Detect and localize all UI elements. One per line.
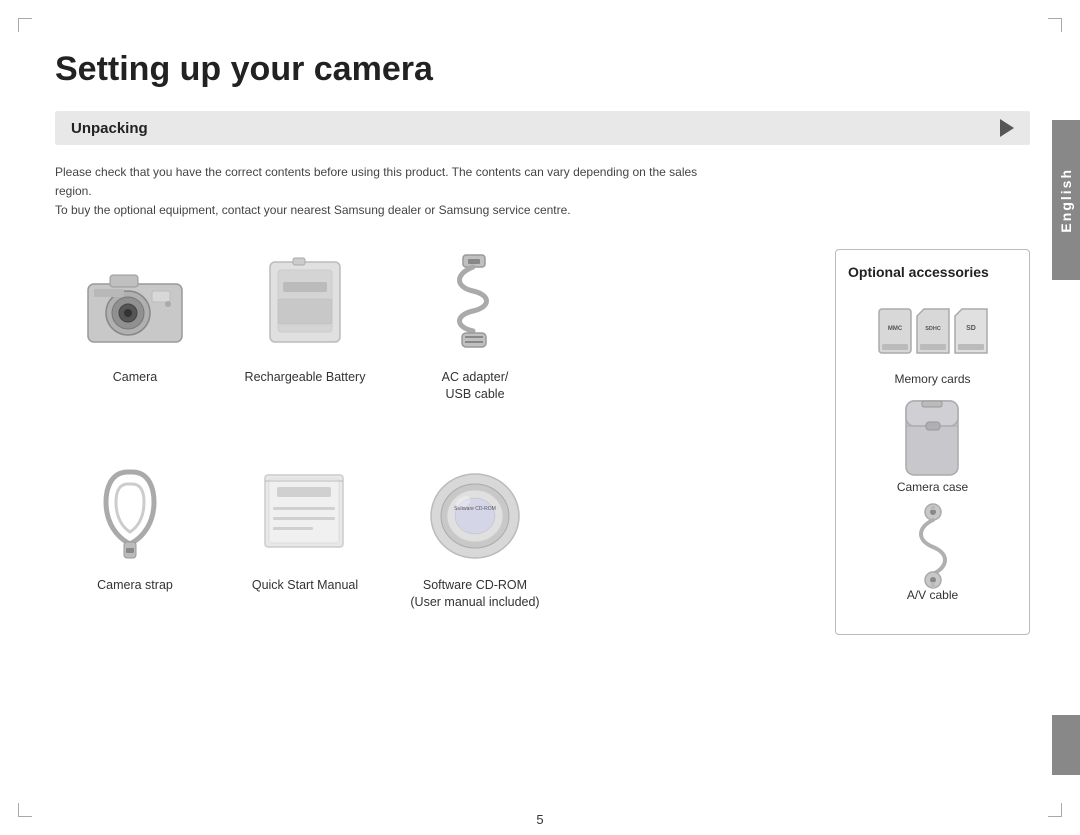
- language-label: English: [1058, 168, 1074, 233]
- av-cable-label: A/V cable: [907, 588, 958, 602]
- section-header-title: Unpacking: [71, 120, 148, 137]
- optional-camera-case: Camera case: [848, 404, 1017, 494]
- main-layout: Camera: [55, 249, 1030, 635]
- item-manual: Quick Start Manual: [225, 457, 385, 635]
- section-header: Unpacking: [55, 111, 1030, 145]
- item-cdrom: Software CD-ROM Software CD-ROM(User man…: [395, 457, 555, 635]
- right-accent-bar: [1052, 715, 1080, 775]
- item-battery: Rechargeable Battery: [225, 249, 385, 427]
- manual-label: Quick Start Manual: [252, 577, 358, 595]
- battery-image: [245, 249, 365, 359]
- strap-label: Camera strap: [97, 577, 173, 595]
- camera-case-label: Camera case: [897, 480, 968, 494]
- page-number: 5: [536, 812, 543, 827]
- camera-label: Camera: [113, 369, 157, 387]
- language-tab: English: [1052, 120, 1080, 280]
- item-ac-adapter: AC adapter/USB cable: [395, 249, 555, 427]
- items-grid: Camera: [55, 249, 815, 635]
- av-cable-image: [868, 512, 998, 582]
- corner-mark-br: [1048, 803, 1062, 817]
- item-camera: Camera: [55, 249, 215, 427]
- page-container: English Setting up your camera Unpacking…: [0, 0, 1080, 835]
- optional-title: Optional accessories: [848, 264, 1017, 280]
- optional-accessories-box: Optional accessories MMC: [835, 249, 1030, 635]
- svg-text:SD: SD: [966, 325, 976, 332]
- ac-adapter-image: [415, 249, 535, 359]
- cdrom-label: Software CD-ROM(User manual included): [410, 577, 539, 612]
- description-text: Please check that you have the correct c…: [55, 163, 735, 221]
- memory-cards-label: Memory cards: [894, 372, 970, 386]
- corner-mark-bl: [18, 803, 32, 817]
- optional-memory-cards: MMC SDHC S: [848, 296, 1017, 386]
- item-strap: Camera strap: [55, 457, 215, 635]
- battery-label: Rechargeable Battery: [245, 369, 366, 387]
- main-content: Setting up your camera Unpacking Please …: [55, 40, 1030, 795]
- camera-case-image: [868, 404, 998, 474]
- page-title: Setting up your camera: [55, 50, 1030, 89]
- corner-mark-tr: [1048, 18, 1062, 32]
- optional-av-cable: A/V cable: [848, 512, 1017, 602]
- memory-cards-image: MMC SDHC S: [868, 296, 998, 366]
- camera-image: [75, 249, 195, 359]
- strap-image: [75, 457, 195, 567]
- manual-image: [245, 457, 365, 567]
- cdrom-image: Software CD-ROM: [415, 457, 535, 567]
- memory-cards-row: MMC SDHC S: [878, 308, 988, 354]
- svg-text:SDHC: SDHC: [925, 326, 941, 332]
- svg-text:MMC: MMC: [887, 326, 902, 332]
- corner-mark-tl: [18, 18, 32, 32]
- section-header-arrow-icon: [1000, 119, 1014, 137]
- ac-adapter-label: AC adapter/USB cable: [442, 369, 509, 404]
